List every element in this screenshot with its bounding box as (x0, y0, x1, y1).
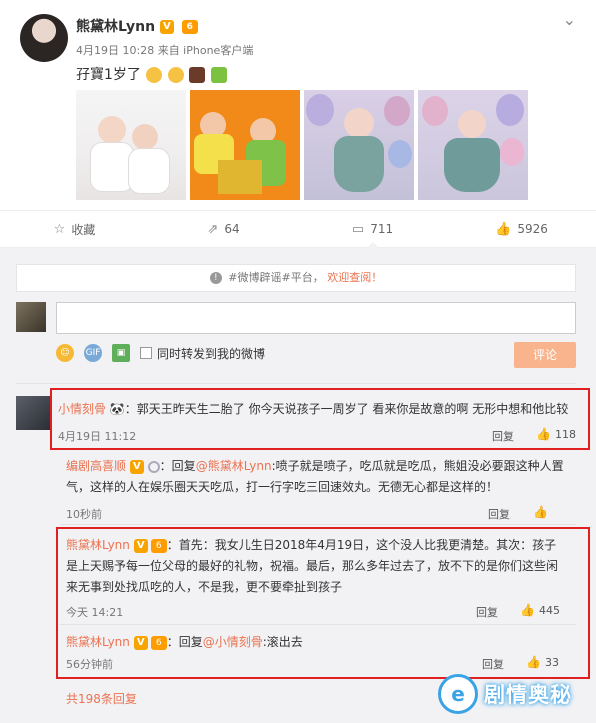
reply-user[interactable]: 编剧高喜顺 (66, 459, 126, 473)
grin-sweat-emoji-icon (167, 67, 184, 83)
forward-checkbox-label: 同时转发到我的微博 (157, 346, 266, 361)
reply-button[interactable]: 回复 (476, 604, 498, 620)
star-icon: ☆ (53, 221, 66, 237)
thumbs-up-icon: 👍 (533, 505, 548, 519)
post-text-row: 孖寶1岁了 (76, 64, 227, 84)
rumor-link[interactable]: 欢迎查阅！ (327, 271, 382, 284)
reply-like-button[interactable]: 👍 33 (526, 655, 559, 669)
reply-user[interactable]: 熊黛林Lynn (66, 635, 130, 649)
like-count: 5926 (517, 222, 548, 236)
author-avatar[interactable] (20, 14, 68, 62)
photo-baby-balloons-2[interactable] (418, 90, 528, 200)
action-bar: ☆ 收藏 ⇗ 64 ▭ 711 👍 5926 (0, 210, 596, 248)
thumbs-up-icon: 👍 (526, 655, 541, 669)
divider (60, 524, 576, 525)
commenter-avatar[interactable] (16, 396, 50, 430)
divider (60, 624, 576, 625)
reply-text-row: 熊黛林Lynn V 6 ：首先：我女儿生日2018年4月19日，这个没人比我更清楚。… (66, 535, 566, 598)
comment-like-count: 118 (554, 428, 576, 441)
verified-badge: V (159, 20, 174, 34)
favorite-label: 收藏 (71, 222, 96, 237)
verified-badge: V (129, 459, 144, 474)
post-meta: 4月19日 10:28 来自 iPhone客户端 (76, 44, 254, 57)
comment-time: 4月19日 11:12 (58, 430, 137, 443)
image-icon[interactable]: ▣ (112, 344, 130, 362)
reply-prefix: ：回复 (159, 459, 196, 473)
reply-time: 56分钟前 (66, 658, 113, 671)
watermark-logo-icon: e (438, 674, 478, 714)
watermark: e 剧情奥秘 (438, 668, 596, 720)
verified-badge: V (133, 538, 148, 553)
reply-like-count: 445 (538, 604, 560, 617)
emoji-icon[interactable]: ☺ (56, 344, 74, 362)
gift-emoji-icon (210, 67, 227, 83)
photo-baby-balloons-1[interactable] (304, 90, 414, 200)
comment-user[interactable]: 小情刻骨 (58, 402, 106, 416)
verified-badge: V (133, 635, 148, 650)
comment-input[interactable] (56, 302, 576, 334)
comment-button[interactable]: ▭ 711 (298, 211, 447, 248)
author-name[interactable]: 熊黛林Lynn (76, 19, 155, 35)
reply-text: :滚出去 (262, 635, 303, 649)
rumor-bar: ! #微博辟谣#平台， 欢迎查阅！ (16, 264, 576, 292)
forward-button[interactable]: ⇗ 64 (149, 211, 298, 247)
level-badge: 6 (181, 20, 198, 34)
comment-count: 711 (370, 222, 394, 236)
photo-twins-orange[interactable] (190, 90, 300, 200)
more-replies-link[interactable]: 共198条回复 (66, 690, 137, 707)
watermark-text: 剧情奥秘 (484, 683, 572, 707)
reply-text-row: 编剧高喜顺 V ：回复@熊黛林Lynn:喷子就是喷子，吃瓜就是吃瓜，熊姐没必要跟… (66, 456, 566, 498)
panda-badge-icon: 🐼 (109, 402, 125, 416)
reply-mention[interactable]: @小情刻骨 (203, 635, 263, 649)
comment-icon: ▭ (351, 221, 365, 237)
comment-like-button[interactable]: 👍 118 (536, 427, 576, 441)
reply-prefix: ：回复 (166, 635, 203, 649)
divider (16, 383, 576, 384)
photo-twins-white[interactable] (76, 90, 186, 200)
comment-text-row: 小情刻骨 🐼：郭天王昨天生二胎了 你今天说孩子一周岁了 看来你是故意的啊 无形中… (58, 399, 578, 420)
forward-count: 64 (224, 222, 240, 236)
author-name-row: 熊黛林Lynn V 6 (76, 16, 198, 36)
reply-text-row: 熊黛林Lynn V 6 ：回复@小情刻骨:滚出去 (66, 632, 566, 653)
cake-emoji-icon (189, 67, 206, 83)
level-badge: 6 (150, 538, 167, 553)
chevron-down-icon[interactable]: ⌄ (563, 10, 576, 29)
forward-icon: ⇗ (207, 221, 219, 237)
reply-time: 今天 14:21 (66, 606, 124, 619)
post-text: 孖寶1岁了 (76, 67, 141, 83)
my-avatar (16, 302, 46, 332)
reply-button[interactable]: 回复 (492, 428, 514, 444)
reply-mention[interactable]: @熊黛林Lynn (196, 459, 272, 473)
submit-comment-button[interactable]: 评论 (514, 342, 576, 368)
reply-button[interactable]: 回复 (488, 506, 510, 522)
thumbs-up-icon: 👍 (536, 427, 551, 441)
comment-text: ：郭天王昨天生二胎了 你今天说孩子一周岁了 看来你是故意的啊 无形中想和他比较 (124, 402, 569, 416)
info-icon: ! (209, 272, 222, 284)
grin-sweat-emoji-icon (146, 67, 163, 83)
forward-checkbox[interactable] (140, 347, 152, 359)
medal-icon (147, 460, 160, 473)
thumbs-up-icon: 👍 (495, 221, 512, 237)
like-button[interactable]: 👍 5926 (447, 211, 596, 247)
rumor-text: #微博辟谣#平台， (228, 271, 324, 284)
favorite-button[interactable]: ☆ 收藏 (0, 211, 149, 247)
thumbs-up-icon: 👍 (520, 603, 535, 617)
reply-like-button[interactable]: 👍 445 (520, 603, 560, 617)
level-badge: 6 (150, 635, 167, 650)
reply-time: 10秒前 (66, 508, 102, 521)
reply-user[interactable]: 熊黛林Lynn (66, 538, 130, 552)
gif-icon[interactable]: GIF (84, 344, 102, 362)
reply-like-button[interactable]: 👍 (533, 505, 552, 519)
composer-tools: ☺ GIF ▣ 同时转发到我的微博 (56, 344, 265, 362)
